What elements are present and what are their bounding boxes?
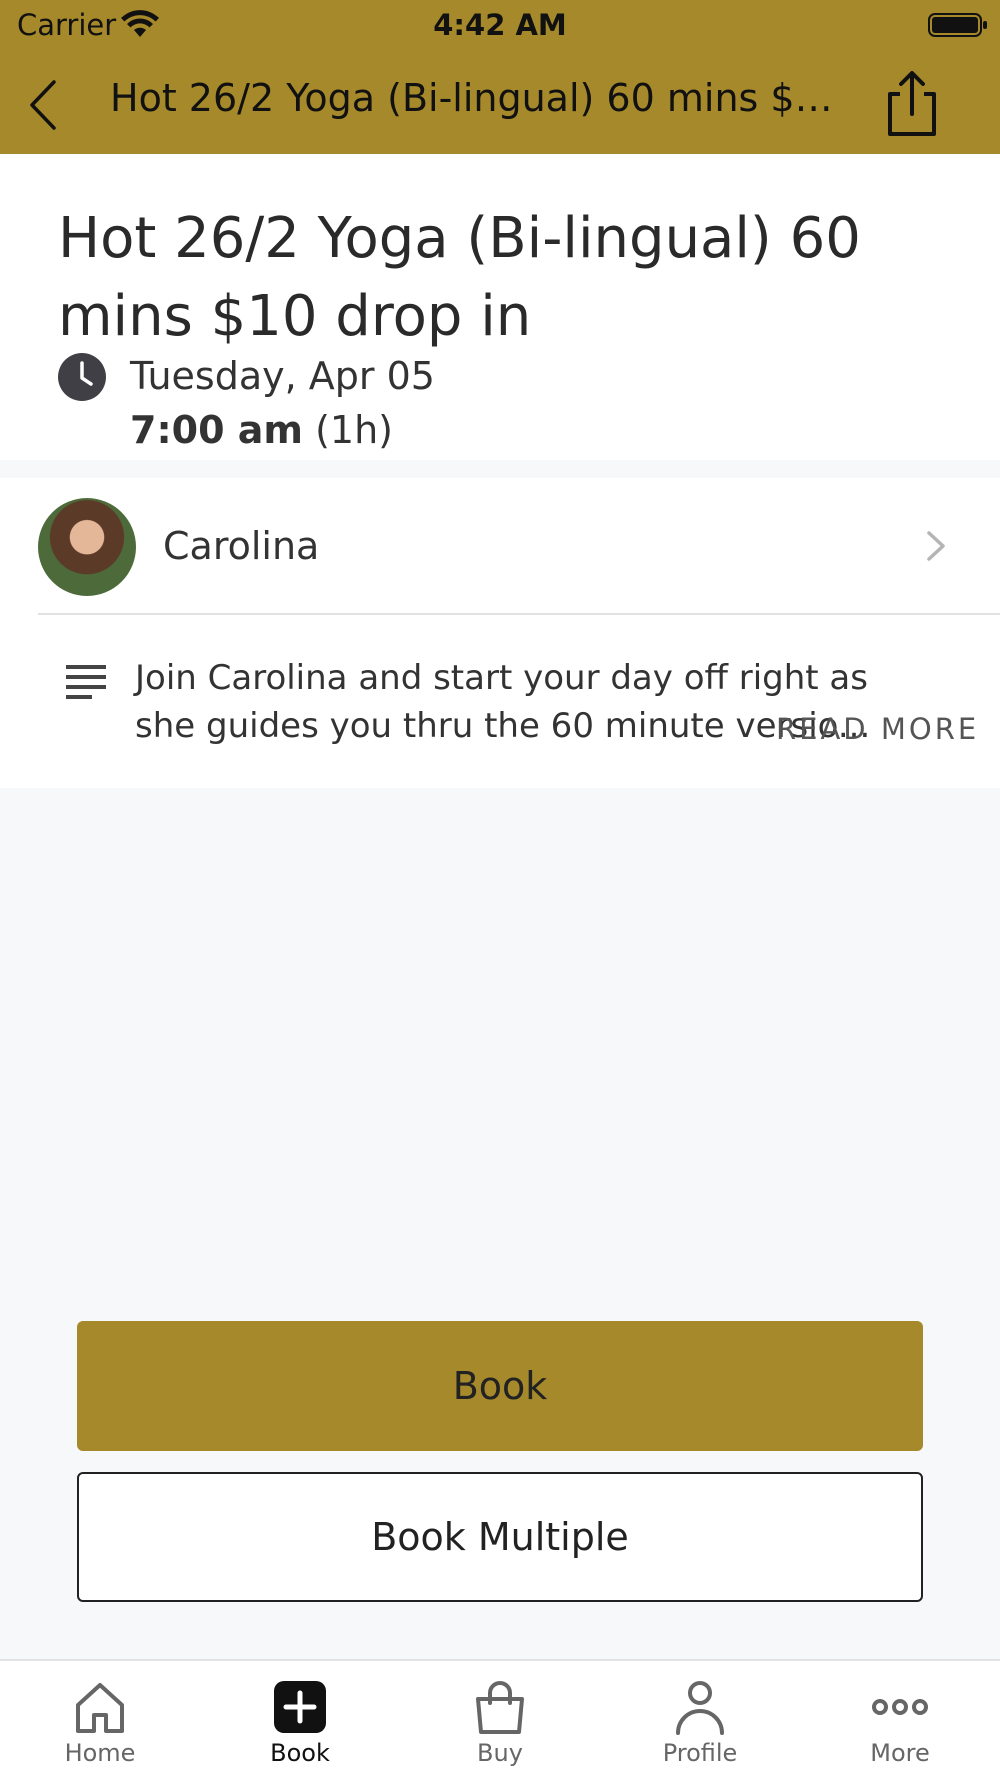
person-icon: [676, 1681, 724, 1735]
book-button[interactable]: Book: [77, 1321, 923, 1451]
battery-icon: [928, 13, 987, 37]
class-time: 7:00 am: [130, 408, 303, 452]
status-time: 4:42 AM: [433, 8, 567, 42]
class-title: Hot 26/2 Yoga (Bi-lingual) 60 mins $10 d…: [58, 206, 861, 349]
tab-more[interactable]: More: [800, 1661, 1000, 1778]
tab-label: Book: [270, 1739, 330, 1767]
tab-book[interactable]: Book: [200, 1661, 400, 1778]
tab-label: Home: [64, 1739, 136, 1767]
chevron-right-icon: [927, 531, 945, 561]
home-icon: [76, 1683, 124, 1733]
description-icon: [66, 665, 106, 699]
book-multiple-button[interactable]: Book Multiple: [77, 1472, 923, 1602]
tab-label: Buy: [477, 1739, 523, 1767]
class-time-row: 7:00 am (1h): [130, 408, 393, 452]
instructor-row[interactable]: Carolina: [0, 478, 1000, 614]
divider: [38, 613, 1000, 615]
tab-bar: Home Book Buy Profile More: [0, 1659, 1000, 1778]
more-dots-icon: [872, 1699, 928, 1715]
class-header: Hot 26/2 Yoga (Bi-lingual) 60 mins $10 d…: [0, 154, 1000, 460]
shopping-bag-icon: [476, 1681, 524, 1734]
clock-icon: [58, 353, 106, 401]
nav-title: Hot 26/2 Yoga (Bi-lingual) 60 mins $10..…: [110, 76, 840, 120]
tab-label: More: [870, 1739, 930, 1767]
share-icon[interactable]: [882, 68, 942, 140]
class-date: Tuesday, Apr 05: [130, 354, 435, 398]
book-plus-icon: [274, 1681, 326, 1733]
status-bar: Carrier 4:42 AM: [0, 0, 1000, 50]
top-bar: Carrier 4:42 AM Hot 26/2 Yoga (Bi-lingua…: [0, 0, 1000, 154]
instructor-name: Carolina: [163, 524, 320, 568]
instructor-card: Carolina Join Carolina and start your da…: [0, 478, 1000, 788]
tab-label: Profile: [662, 1739, 738, 1767]
navigation-bar: Hot 26/2 Yoga (Bi-lingual) 60 mins $10..…: [0, 54, 1000, 154]
avatar: [38, 498, 136, 596]
back-chevron-icon[interactable]: [22, 72, 72, 138]
class-duration: (1h): [315, 408, 394, 452]
tab-home[interactable]: Home: [0, 1661, 200, 1778]
tab-profile[interactable]: Profile: [600, 1661, 800, 1778]
tab-buy[interactable]: Buy: [400, 1661, 600, 1778]
read-more-link[interactable]: READ MORE: [776, 712, 979, 746]
